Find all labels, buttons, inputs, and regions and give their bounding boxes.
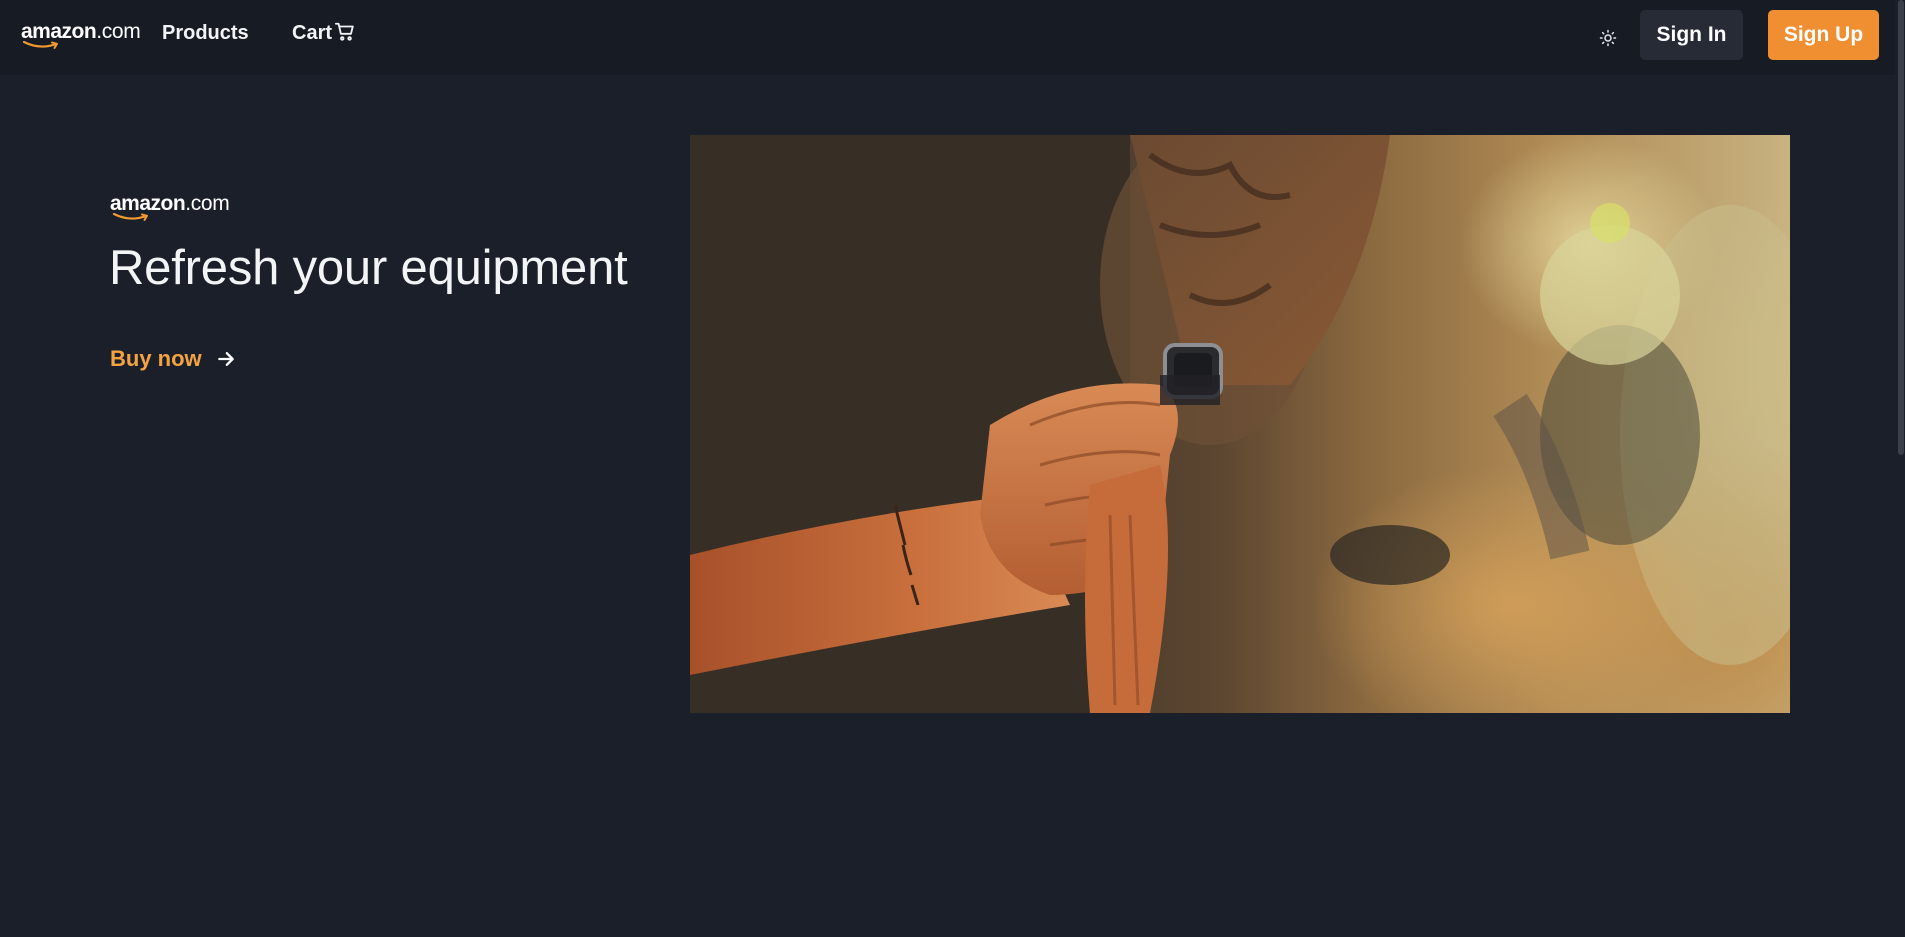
sign-up-button[interactable]: Sign Up bbox=[1768, 10, 1879, 60]
page-scrollbar[interactable] bbox=[1895, 0, 1905, 937]
theme-toggle-button[interactable] bbox=[1594, 24, 1622, 52]
hero-amazon-logo: amazon.com bbox=[110, 193, 230, 222]
smartwatch-photo-illustration bbox=[690, 135, 1790, 713]
nav-products[interactable]: Products bbox=[162, 22, 249, 45]
nav-cart[interactable]: Cart bbox=[292, 22, 356, 45]
sign-in-button[interactable]: Sign In bbox=[1640, 10, 1743, 60]
cart-icon bbox=[334, 22, 354, 41]
amazon-smile-icon bbox=[23, 41, 58, 49]
scrollbar-thumb[interactable] bbox=[1898, 0, 1904, 455]
buy-now-label: Buy now bbox=[110, 346, 202, 371]
logo-suffix: .com bbox=[96, 20, 141, 43]
arrow-right-icon bbox=[217, 352, 234, 366]
top-navigation-bar: amazon.com Products Cart Sign In Sign Up bbox=[0, 0, 1905, 75]
hero-amazon-smile-icon bbox=[112, 213, 148, 221]
nav-products-label: Products bbox=[162, 22, 249, 44]
hero-headline: Refresh your equipment bbox=[109, 241, 628, 295]
hero-logo-name: amazon bbox=[110, 192, 186, 215]
buy-now-link[interactable]: Buy now bbox=[110, 346, 236, 372]
sun-icon bbox=[1599, 29, 1617, 47]
nav-cart-label: Cart bbox=[292, 22, 333, 44]
amazon-logo[interactable]: amazon.com bbox=[21, 21, 141, 50]
hero-logo-suffix: .com bbox=[185, 192, 230, 215]
logo-name: amazon bbox=[21, 20, 97, 43]
smartwatch-photo bbox=[690, 135, 1790, 713]
